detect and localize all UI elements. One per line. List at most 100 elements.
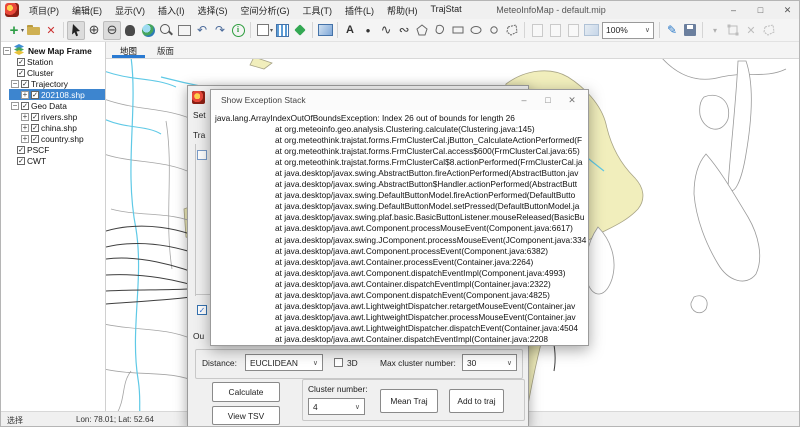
menu-selection[interactable]: 选择(S): [198, 4, 228, 17]
tag-icon[interactable]: [291, 21, 309, 40]
collapse-icon[interactable]: [3, 47, 11, 55]
select-feature-icon[interactable]: [254, 21, 272, 40]
checkbox-checked-icon[interactable]: [17, 58, 25, 66]
zoom-in-icon[interactable]: [85, 21, 103, 40]
checkbox-3d[interactable]: [334, 358, 343, 367]
tree-item-country-shp[interactable]: country.shp: [1, 133, 105, 144]
exception-stack-text[interactable]: java.lang.ArrayIndexOutOfBoundsException…: [211, 110, 588, 345]
collapse-icon[interactable]: [11, 80, 19, 88]
zoom-out-icon[interactable]: [103, 21, 121, 40]
calculate-button[interactable]: Calculate: [212, 382, 280, 402]
tree-item-geo-data[interactable]: Geo Data: [1, 100, 105, 111]
window-controls: – □ ✕: [720, 1, 800, 19]
distance-combo[interactable]: EUCLIDEAN∨: [245, 354, 323, 371]
insert-ellipse-icon[interactable]: [467, 21, 485, 40]
expand-icon[interactable]: [21, 113, 29, 121]
remove-layer-icon[interactable]: [42, 21, 60, 40]
checkbox-checked-icon[interactable]: [31, 113, 39, 121]
menu-project[interactable]: 项目(P): [29, 4, 59, 17]
close-button[interactable]: ✕: [774, 1, 800, 19]
menu-edit[interactable]: 编辑(E): [72, 4, 102, 17]
new-report-icon[interactable]: [528, 21, 546, 40]
expand-icon[interactable]: [21, 91, 29, 99]
exception-message: java.lang.ArrayIndexOutOfBoundsException…: [211, 113, 588, 124]
view-tsv-button[interactable]: View TSV: [212, 406, 280, 425]
new-layer-icon[interactable]: [5, 21, 23, 40]
menu-help[interactable]: 帮助(H): [387, 4, 418, 17]
zoom-window-icon[interactable]: [157, 21, 175, 40]
expand-icon[interactable]: [21, 124, 29, 132]
maximize-button[interactable]: □: [747, 1, 774, 19]
insert-label-icon[interactable]: [341, 21, 359, 40]
redo-icon[interactable]: [211, 21, 229, 40]
output-label-clipped: Ou: [193, 331, 204, 341]
tree-item-label: rivers.shp: [41, 112, 77, 122]
insert-polyline-icon[interactable]: [377, 21, 395, 40]
remove-feature-icon[interactable]: [742, 21, 760, 40]
menu-spatial-analysis[interactable]: 空间分析(G): [241, 4, 290, 17]
tab-map[interactable]: 地图: [110, 42, 147, 58]
tree-item-new-map-frame[interactable]: New Map Frame: [1, 45, 105, 56]
close-button[interactable]: ✕: [560, 90, 584, 110]
collapse-icon[interactable]: [11, 102, 19, 110]
max-cluster-combo[interactable]: 30∨: [462, 354, 517, 371]
expand-icon[interactable]: [21, 135, 29, 143]
full-extent-globe-icon[interactable]: [139, 21, 157, 40]
pan-icon[interactable]: [121, 21, 139, 40]
insert-curve-icon[interactable]: [395, 21, 413, 40]
insert-circle-icon[interactable]: [485, 21, 503, 40]
export-image-icon[interactable]: [582, 21, 600, 40]
tree-item-cwt[interactable]: CWT: [1, 155, 105, 166]
add-to-traj-button[interactable]: Add to traj: [449, 389, 504, 413]
checkbox-checked-icon[interactable]: [17, 157, 25, 165]
tree-item-china-shp[interactable]: china.shp: [1, 122, 105, 133]
tree-item-202108-shp[interactable]: 202108.shp: [9, 89, 105, 100]
checkbox-checked-icon[interactable]: [31, 135, 39, 143]
tree-item-pscf[interactable]: PSCF: [1, 144, 105, 155]
maximize-button[interactable]: □: [536, 90, 560, 110]
tab-layout[interactable]: 版面: [147, 42, 184, 58]
menu-plugins[interactable]: 插件(L): [345, 4, 374, 17]
minimize-button[interactable]: –: [512, 90, 536, 110]
insert-pentagon-icon[interactable]: [413, 21, 431, 40]
undo-icon[interactable]: [193, 21, 211, 40]
select-pointer-icon[interactable]: [67, 21, 85, 40]
insert-point-icon[interactable]: [359, 21, 377, 40]
edit-dropdown-icon[interactable]: [706, 21, 724, 40]
polygon-select-icon[interactable]: [760, 21, 778, 40]
tree-item-rivers-shp[interactable]: rivers.shp: [1, 111, 105, 122]
checkbox-checked-icon[interactable]: [21, 102, 29, 110]
tree-item-trajectory[interactable]: Trajectory: [1, 78, 105, 89]
insert-polygon-icon[interactable]: [431, 21, 449, 40]
save-report-icon[interactable]: [564, 21, 582, 40]
attribute-table-icon[interactable]: [273, 21, 291, 40]
view-tabs: 地图 版面: [106, 42, 800, 59]
checkbox-checked-icon[interactable]: [21, 80, 29, 88]
open-report-icon[interactable]: [546, 21, 564, 40]
checkbox-checked-icon[interactable]: [17, 146, 25, 154]
menu-view[interactable]: 显示(V): [115, 4, 145, 17]
identify-info-icon[interactable]: [229, 21, 247, 40]
open-file-icon[interactable]: [24, 21, 42, 40]
zoom-combo[interactable]: 100%∨: [602, 22, 654, 39]
option-checkbox-checked[interactable]: [197, 305, 207, 315]
insert-image-icon[interactable]: [316, 21, 334, 40]
tree-item-station[interactable]: Station: [1, 56, 105, 67]
mean-traj-button[interactable]: Mean Traj: [380, 389, 438, 413]
lasso-select-icon[interactable]: [503, 21, 521, 40]
checkbox-checked-icon[interactable]: [31, 124, 39, 132]
trajectory-file-checkbox[interactable]: [197, 150, 207, 160]
menu-tools[interactable]: 工具(T): [303, 4, 333, 17]
save-icon[interactable]: [681, 21, 699, 40]
edit-pen-icon[interactable]: [663, 21, 681, 40]
tree-item-cluster[interactable]: Cluster: [1, 67, 105, 78]
rectangle-select-icon[interactable]: [175, 21, 193, 40]
checkbox-checked-icon[interactable]: [31, 91, 39, 99]
exception-dialog-titlebar[interactable]: Show Exception Stack – □ ✕: [211, 90, 588, 110]
move-vertex-icon[interactable]: [724, 21, 742, 40]
minimize-button[interactable]: –: [720, 1, 747, 19]
menu-insert[interactable]: 插入(I): [158, 4, 185, 17]
cluster-number-combo[interactable]: 4∨: [308, 398, 365, 415]
checkbox-checked-icon[interactable]: [17, 69, 25, 77]
insert-rectangle-icon[interactable]: [449, 21, 467, 40]
